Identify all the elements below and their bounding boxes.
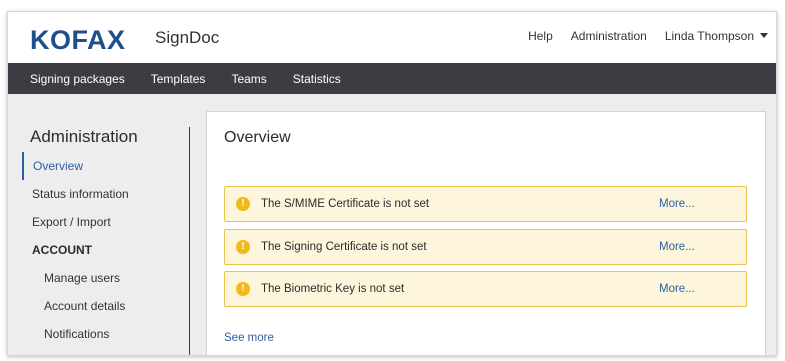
warning-icon: ! (236, 282, 250, 296)
see-more-link[interactable]: See more (224, 332, 274, 344)
alert-text: The Biometric Key is not set (261, 283, 405, 295)
sidebar-item-overview[interactable]: Overview (22, 152, 182, 180)
sidebar-item-notifications[interactable]: Notifications (22, 320, 182, 348)
alert-text: The S/MIME Certificate is not set (261, 198, 430, 210)
warning-icon: ! (236, 197, 250, 211)
alert-more-link[interactable]: More... (659, 198, 695, 210)
sidebar-item-account-details[interactable]: Account details (22, 292, 182, 320)
top-links: Help Administration Linda Thompson (510, 29, 768, 43)
alert-smime-certificate: ! The S/MIME Certificate is not set More… (224, 186, 747, 222)
warning-icon: ! (236, 240, 250, 254)
nav-teams[interactable]: Teams (231, 72, 266, 86)
nav-templates[interactable]: Templates (151, 72, 206, 86)
alert-signing-certificate: ! The Signing Certificate is not set Mor… (224, 229, 747, 265)
user-menu[interactable]: Linda Thompson (665, 29, 768, 43)
product-name: SignDoc (155, 28, 220, 47)
sidebar-divider (189, 127, 190, 355)
sidebar-title: Administration (30, 127, 138, 146)
sidebar-item-manage-users[interactable]: Manage users (22, 264, 182, 292)
alert-more-link[interactable]: More... (659, 283, 695, 295)
alert-more-link[interactable]: More... (659, 241, 695, 253)
alert-text: The Signing Certificate is not set (261, 241, 427, 253)
main-nav: Signing packages Templates Teams Statist… (8, 63, 776, 94)
user-name: Linda Thompson (664, 29, 754, 43)
nav-signing-packages[interactable]: Signing packages (30, 72, 125, 86)
app-window: KOFAX SignDoc Help Administration Linda … (7, 11, 777, 356)
page-title: Overview (224, 129, 291, 146)
sidebar-menu: Overview Status information Export / Imp… (22, 152, 182, 348)
app-header: KOFAX SignDoc Help Administration Linda … (8, 12, 776, 63)
sidebar-item-export-import[interactable]: Export / Import (22, 208, 182, 236)
nav-statistics[interactable]: Statistics (293, 72, 341, 86)
alert-biometric-key: ! The Biometric Key is not set More... (224, 271, 747, 307)
help-link[interactable]: Help (528, 29, 553, 43)
overview-card: Overview ! The S/MIME Certificate is not… (206, 111, 766, 355)
admin-sidebar: Administration Overview Status informati… (8, 94, 198, 355)
kofax-logo[interactable]: KOFAX (30, 25, 126, 56)
sidebar-item-status-information[interactable]: Status information (22, 180, 182, 208)
administration-link[interactable]: Administration (571, 29, 647, 43)
caret-down-icon (760, 32, 768, 38)
sidebar-section-account: ACCOUNT (32, 243, 92, 257)
